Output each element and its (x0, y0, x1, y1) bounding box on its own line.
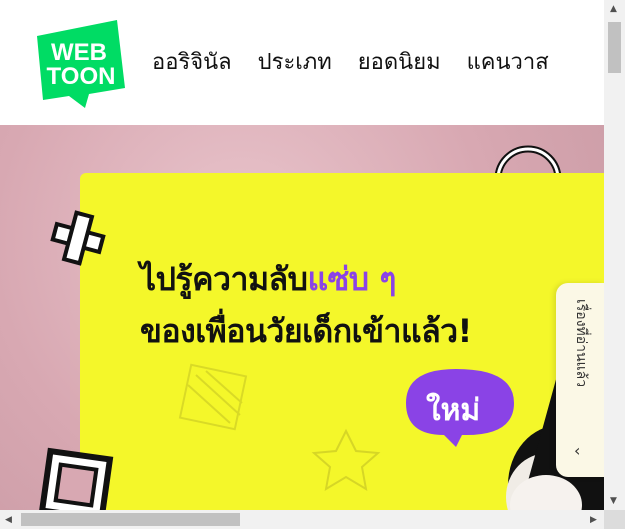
nav-originals[interactable]: ออริจินัล (152, 44, 232, 79)
banner-headline: ไปรู้ความลับแซ่บ ๆ ของเพื่อนวัยเด็กเข้าแ… (140, 253, 472, 357)
new-badge-label: ใหม่ (426, 393, 481, 428)
nav-popular[interactable]: ยอดนิยม (358, 44, 441, 79)
read-history-tab[interactable]: เรื่องที่อ่านแล้ว ‹ (556, 283, 604, 477)
horizontal-scrollbar[interactable]: ◀ ▶ (0, 510, 604, 529)
logo-text-toon: TOON (47, 63, 116, 90)
read-history-label: เรื่องที่อ่านแล้ว (573, 299, 589, 388)
logo-text-web: WEB (51, 39, 107, 66)
vertical-scroll-thumb[interactable] (608, 22, 621, 73)
scroll-up-arrow-icon[interactable]: ▲ (610, 4, 617, 14)
scroll-right-arrow-icon[interactable]: ▶ (590, 515, 597, 525)
vertical-scrollbar[interactable]: ▲ ▼ (604, 0, 625, 510)
scrollbar-corner (604, 510, 625, 529)
nav-genres[interactable]: ประเภท (258, 44, 332, 79)
promo-banner[interactable]: ไปรู้ความลับแซ่บ ๆ ของเพื่อนวัยเด็กเข้าแ… (0, 125, 604, 510)
main-nav: ออริจินัล ประเภท ยอดนิยม แคนวาส (152, 44, 549, 78)
site-header: WEB TOON ออริจินัล ประเภท ยอดนิยม แคนวาส (0, 0, 604, 125)
scroll-down-arrow-icon[interactable]: ▼ (610, 496, 617, 506)
scroll-left-arrow-icon[interactable]: ◀ (5, 515, 12, 525)
webtoon-logo[interactable]: WEB TOON (29, 16, 131, 110)
square-outline-icon (38, 447, 114, 510)
plus-shape-icon (50, 210, 106, 266)
chevron-left-icon: ‹ (574, 441, 581, 460)
headline-line2: ของเพื่อนวัยเด็กเข้าแล้ว! (140, 312, 472, 350)
hatched-square-icon (178, 363, 248, 431)
headline-line1-accent: แซ่บ ๆ (307, 260, 396, 298)
star-shape-icon (311, 428, 381, 491)
nav-canvas[interactable]: แคนวาส (467, 44, 549, 79)
headline-line1-a: ไปรู้ความลับ (140, 260, 308, 298)
horizontal-scroll-thumb[interactable] (21, 513, 240, 526)
